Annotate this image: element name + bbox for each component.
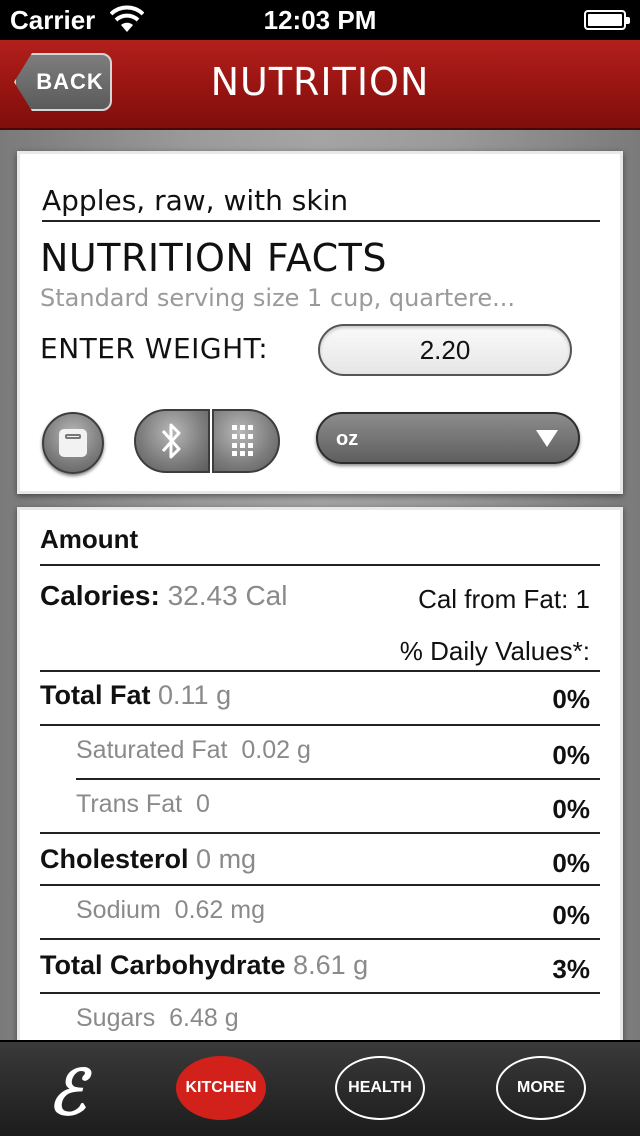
calories-row: Calories: 32.43 Cal <box>40 580 287 612</box>
nutrition-facts-heading: NUTRITION FACTS <box>40 236 387 280</box>
nutrient-label: Saturated Fat <box>76 736 228 764</box>
table-row: Total Carbohydrate 8.61 g <box>40 950 368 981</box>
divider <box>40 670 600 672</box>
battery-icon <box>584 10 630 30</box>
nutrient-value: 0 mg <box>196 844 257 874</box>
scale-icon <box>59 429 87 457</box>
tab-health[interactable]: HEALTH <box>335 1056 425 1120</box>
table-row: Trans Fat 0 <box>76 790 210 819</box>
nutrient-percent: 0% <box>552 848 590 878</box>
nutrient-value: 0 <box>195 790 210 818</box>
chevron-down-icon <box>536 430 558 447</box>
nutrient-label: Total Fat <box>40 680 151 710</box>
divider <box>40 884 600 886</box>
tab-more[interactable]: MORE <box>496 1056 586 1120</box>
nutrient-percent: 0% <box>552 684 590 714</box>
brand-logo[interactable]: ℰ <box>48 1056 86 1129</box>
nutrient-value: 0.02 g <box>241 736 311 764</box>
status-bar: Carrier 12:03 PM <box>0 0 640 40</box>
divider <box>76 778 600 780</box>
unit-selected-value: oz <box>336 428 359 450</box>
nutrition-facts-table: Amount Calories: 32.43 Cal Cal from Fat:… <box>17 507 623 1067</box>
nutrient-label: Cholesterol <box>40 844 189 874</box>
unit-dropdown[interactable]: oz <box>316 412 580 464</box>
table-row: Saturated Fat 0.02 g <box>76 736 311 765</box>
tab-bar: ℰ KITCHEN HEALTH MORE <box>0 1040 640 1136</box>
food-name: Apples, raw, with skin <box>42 184 349 217</box>
divider <box>40 832 600 834</box>
divider <box>42 220 600 222</box>
daily-values-header: % Daily Values*: <box>399 636 590 666</box>
bluetooth-button[interactable] <box>134 409 210 473</box>
amount-header: Amount <box>40 524 139 554</box>
serving-size-text: Standard serving size 1 cup, quartere... <box>40 284 516 312</box>
clock: 12:03 PM <box>263 5 377 35</box>
weight-label: ENTER WEIGHT: <box>40 332 269 365</box>
nutrient-value: 0.11 g <box>158 680 232 710</box>
nutrient-value: 8.61 g <box>293 950 369 980</box>
calories-label: Calories: <box>40 580 160 611</box>
navigation-bar: BACK NUTRITION <box>0 40 640 130</box>
nutrient-label: Sodium <box>76 896 161 924</box>
nutrient-percent: 0% <box>552 794 590 824</box>
table-row: Cholesterol 0 mg <box>40 844 256 875</box>
calories-value: 32.43 Cal <box>167 580 288 611</box>
page-title: NUTRITION <box>210 60 430 104</box>
divider <box>40 992 600 994</box>
table-row: Total Fat 0.11 g <box>40 680 231 711</box>
nutrient-value: 0.62 mg <box>174 896 266 924</box>
keypad-icon <box>232 425 254 457</box>
table-row: Sugars 6.48 g <box>76 1004 239 1033</box>
divider <box>40 564 600 566</box>
input-mode-toggle <box>134 409 280 473</box>
weight-input[interactable] <box>318 324 572 376</box>
tab-kitchen[interactable]: KITCHEN <box>176 1056 266 1120</box>
nutrient-label: Total Carbohydrate <box>40 950 286 980</box>
nutrient-value: 6.48 g <box>169 1004 239 1032</box>
table-row: Sodium 0.62 mg <box>76 896 265 925</box>
divider <box>40 938 600 940</box>
bluetooth-icon <box>161 423 181 459</box>
divider <box>40 724 600 726</box>
nutrient-percent: 0% <box>552 900 590 930</box>
food-info-card: Apples, raw, with skin NUTRITION FACTS S… <box>17 151 623 494</box>
nutrient-label: Sugars <box>76 1004 156 1032</box>
scale-button[interactable] <box>42 412 104 474</box>
keypad-button[interactable] <box>212 409 280 473</box>
nutrient-label: Trans Fat <box>76 790 183 818</box>
nutrient-percent: 0% <box>552 740 590 770</box>
nutrient-percent: 3% <box>552 954 590 984</box>
cal-from-fat: Cal from Fat: 1 <box>418 584 590 614</box>
